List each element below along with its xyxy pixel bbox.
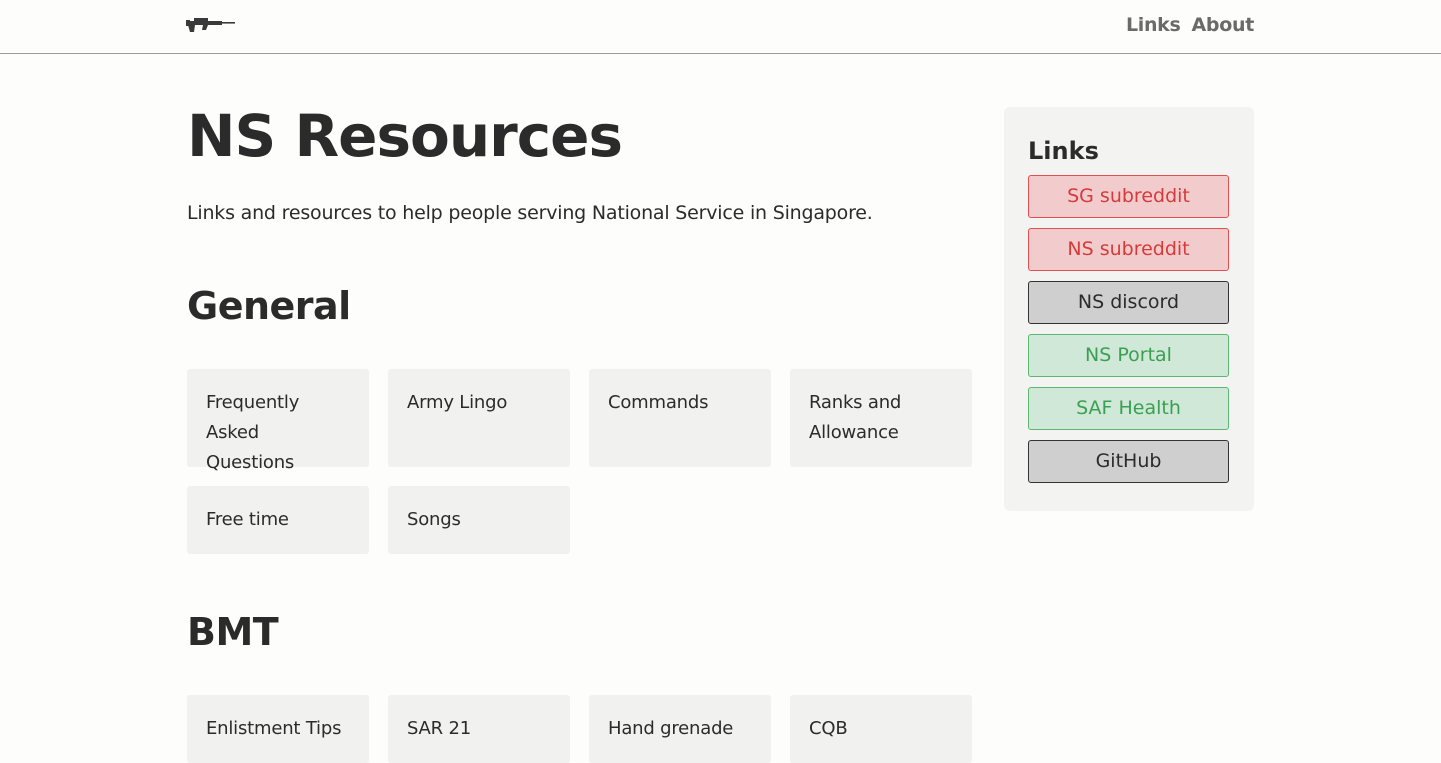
card-army-lingo[interactable]: Army Lingo — [388, 369, 570, 467]
top-nav: Links About — [1126, 14, 1254, 36]
card-songs[interactable]: Songs — [388, 486, 570, 554]
nav-about[interactable]: About — [1192, 14, 1255, 36]
home-logo[interactable] — [186, 15, 236, 35]
card-hand-grenade[interactable]: Hand grenade — [589, 695, 771, 763]
card-sar21[interactable]: SAR 21 — [388, 695, 570, 763]
sidebar-heading: Links — [1028, 137, 1099, 165]
links-sidebar: Links SG subreddit NS subreddit NS disco… — [1004, 107, 1254, 511]
link-ns-subreddit-button[interactable]: NS subreddit — [1028, 228, 1229, 271]
link-ns-discord-button[interactable]: NS discord — [1028, 281, 1229, 324]
card-enlistment-tips[interactable]: Enlistment Tips — [187, 695, 369, 763]
bmt-card-grid: Enlistment Tips SAR 21 Hand grenade CQB — [187, 695, 972, 763]
link-saf-health-button[interactable]: SAF Health — [1028, 387, 1229, 430]
rifle-icon — [186, 18, 235, 32]
section-heading-general: General — [187, 284, 351, 328]
page-intro: Links and resources to help people servi… — [187, 202, 873, 224]
card-commands[interactable]: Commands — [589, 369, 771, 467]
section-heading-bmt: BMT — [187, 610, 279, 654]
card-faq[interactable]: Frequently Asked Questions — [187, 369, 369, 473]
general-card-grid: Frequently Asked Questions Army Lingo Co… — [187, 369, 972, 554]
link-ns-portal-button[interactable]: NS Portal — [1028, 334, 1229, 377]
link-github-button[interactable]: GitHub — [1028, 440, 1229, 483]
card-ranks-allowance[interactable]: Ranks and Allowance — [790, 369, 972, 467]
nav-links[interactable]: Links — [1126, 14, 1181, 36]
page-title: NS Resources — [187, 102, 623, 170]
card-free-time[interactable]: Free time — [187, 486, 369, 554]
card-cqb[interactable]: CQB — [790, 695, 972, 763]
top-navbar: Links About — [0, 0, 1441, 54]
link-sg-subreddit-button[interactable]: SG subreddit — [1028, 175, 1229, 218]
